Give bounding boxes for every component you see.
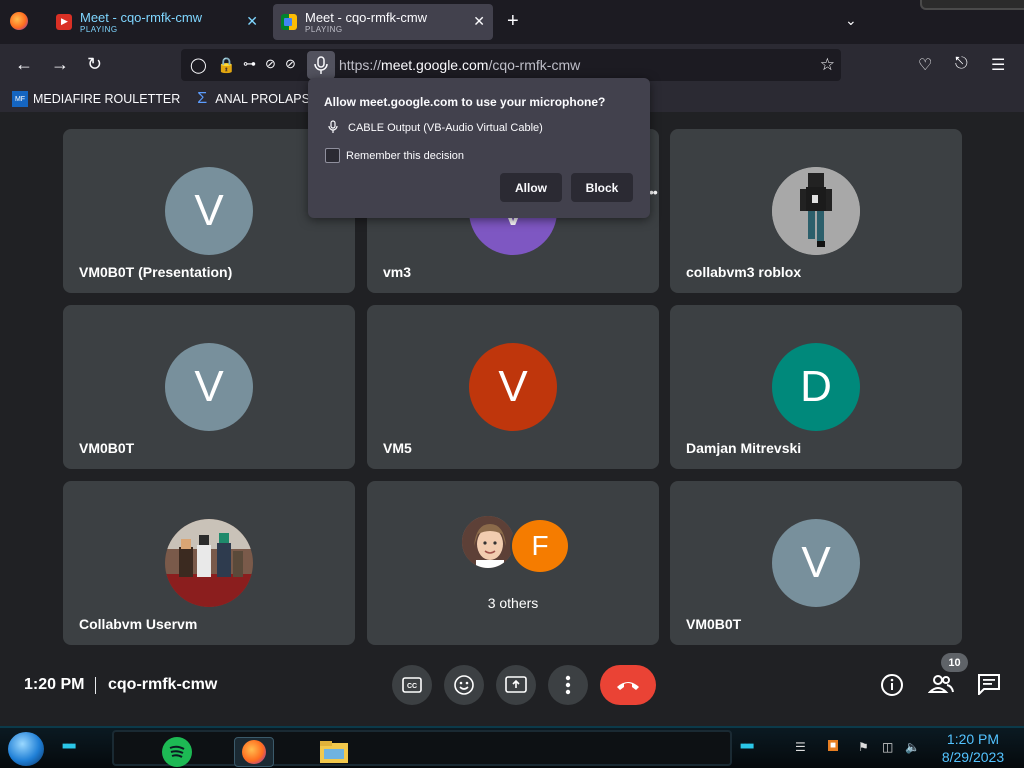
- system-date: 8/29/2023: [941, 749, 1005, 765]
- avatar: V: [165, 167, 253, 255]
- meeting-time: 1:20 PM: [24, 676, 85, 693]
- more-options-icon[interactable]: ••: [649, 184, 658, 200]
- meet-icon: [281, 14, 297, 30]
- start-button-icon[interactable]: [8, 732, 44, 766]
- sigma-icon: Σ: [197, 90, 208, 107]
- participant-tile[interactable]: V VM0B0T: [670, 481, 962, 645]
- meeting-code: cqo-rmfk-cmw: [108, 676, 218, 693]
- participant-name: Collabvm Uservm: [79, 616, 198, 632]
- participant-tile[interactable]: V VM0B0T: [63, 305, 355, 469]
- participant-tile[interactable]: D Damjan Mitrevski: [670, 305, 962, 469]
- decor-chevrons-right: ■■■: [740, 741, 754, 752]
- avatar: V: [469, 343, 557, 431]
- action-center-flag-icon[interactable]: ⚑: [858, 740, 869, 754]
- svg-text:CC: CC: [407, 683, 417, 690]
- remember-decision-checkbox[interactable]: [325, 148, 340, 163]
- autoplay-blocked-icon[interactable]: ⊘: [285, 56, 296, 72]
- avatar: F: [510, 518, 570, 574]
- avatar: D: [772, 343, 860, 431]
- girl-photo-picture: [460, 514, 516, 570]
- volume-icon[interactable]: 🔈: [905, 740, 920, 754]
- leave-call-button[interactable]: [600, 665, 656, 705]
- captions-button[interactable]: CC: [392, 665, 432, 705]
- chat-icon[interactable]: [977, 673, 1001, 701]
- window-edge: [920, 0, 1024, 10]
- tab-2-title: Meet - cqo-rmfk-cmw: [305, 9, 428, 25]
- forward-arrow-icon[interactable]: →: [51, 54, 69, 75]
- tab-1-status: PLAYING: [80, 24, 118, 34]
- permissions-icon[interactable]: ⊶: [243, 56, 256, 72]
- avatar: V: [165, 343, 253, 431]
- participant-name: VM5: [383, 440, 412, 456]
- system-time: 1:20 PM: [946, 731, 1000, 747]
- camera-blocked-icon[interactable]: ⊘: [265, 56, 276, 72]
- microphone-device-select[interactable]: CABLE Output (VB-Audio Virtual Cable): [348, 122, 543, 134]
- url-bar[interactable]: ◯ 🔒 ⊶ ⊘ ⊘ https://meet.google.com/cqo-rm…: [181, 49, 841, 81]
- mediafire-icon: MF: [12, 91, 28, 107]
- participant-tile[interactable]: collabvm3 roblox: [670, 129, 962, 293]
- firefox-app-icon[interactable]: [234, 737, 274, 767]
- show-hidden-icons-icon[interactable]: ☰: [795, 740, 806, 754]
- red-play-icon: ▶: [56, 14, 72, 30]
- decor-chevrons-left: ■■■: [62, 741, 76, 752]
- network-icon[interactable]: ◫: [882, 740, 893, 754]
- tab-2-close-icon[interactable]: ✕: [473, 13, 485, 30]
- bookmark-mediafire[interactable]: MF MEDIAFIRE ROULETTER: [12, 91, 180, 107]
- divider: [95, 677, 96, 694]
- tab-2-status: PLAYING: [305, 24, 343, 34]
- taskbar: ■■■ ■■■ ☰ ■ ⚑ ◫ 🔈 1:20 PM 8/29/2023: [0, 726, 1024, 768]
- people-count-badge: 10: [941, 653, 968, 672]
- tab-bar: ▶ Meet - cqo-rmfk-cmw PLAYING ✕ Meet - c…: [0, 0, 1024, 44]
- participant-name: VM0B0T: [686, 616, 742, 632]
- taskbar-app-strip: [112, 730, 732, 767]
- roblox-avatar-picture: [772, 167, 860, 255]
- remember-decision-label: Remember this decision: [346, 150, 464, 162]
- system-clock[interactable]: 1:20 PM 8/29/2023: [934, 730, 1012, 766]
- others-tile[interactable]: F 3 others: [367, 481, 659, 645]
- shield-icon[interactable]: ◯: [190, 56, 207, 74]
- participant-tile[interactable]: Collabvm Uservm: [63, 481, 355, 645]
- present-screen-button[interactable]: [496, 665, 536, 705]
- lock-icon[interactable]: 🔒: [217, 56, 236, 74]
- file-explorer-app-icon[interactable]: [319, 737, 349, 767]
- tab-2[interactable]: Meet - cqo-rmfk-cmw PLAYING ✕: [273, 4, 493, 40]
- pocket-icon[interactable]: ♡: [918, 55, 932, 75]
- tab-1[interactable]: ▶ Meet - cqo-rmfk-cmw PLAYING ✕: [48, 4, 266, 40]
- more-options-button[interactable]: [548, 665, 588, 705]
- participant-tile[interactable]: V VM5: [367, 305, 659, 469]
- bookmark-second[interactable]: Σ ANAL PROLAPSE: [194, 90, 318, 107]
- block-button[interactable]: Block: [571, 173, 633, 202]
- participant-name: vm3: [383, 264, 412, 280]
- avatar: V: [772, 519, 860, 607]
- microphone-permission-popup: Allow meet.google.com to use your microp…: [308, 78, 650, 218]
- participant-name: Damjan Mitrevski: [686, 440, 802, 456]
- participant-name: VM0B0T (Presentation): [79, 264, 233, 280]
- extensions-icon[interactable]: ⎋: [955, 55, 968, 73]
- list-tabs-chevron-icon[interactable]: ⌄: [845, 12, 857, 29]
- microphone-icon[interactable]: [307, 51, 335, 79]
- url-text[interactable]: https://meet.google.com/cqo-rmfk-cmw: [339, 57, 580, 73]
- menu-hamburger-icon[interactable]: ☰: [991, 55, 1005, 75]
- bookmark-star-icon[interactable]: ☆: [820, 55, 835, 75]
- people-icon[interactable]: [927, 673, 954, 701]
- tab-1-title: Meet - cqo-rmfk-cmw: [80, 9, 203, 25]
- microphone-icon: [327, 120, 339, 137]
- participant-name: VM0B0T: [79, 440, 135, 456]
- app-tray-icon[interactable]: ■: [828, 740, 839, 751]
- new-tab-icon[interactable]: +: [507, 10, 519, 33]
- spotify-app-icon[interactable]: [162, 737, 192, 767]
- allow-button[interactable]: Allow: [500, 173, 562, 202]
- permission-question: Allow meet.google.com to use your microp…: [324, 95, 606, 109]
- firefox-menu-icon[interactable]: [10, 12, 28, 30]
- tab-1-close-icon[interactable]: ✕: [246, 13, 258, 30]
- meeting-details-icon[interactable]: [880, 673, 904, 703]
- emoji-reaction-button[interactable]: [444, 665, 484, 705]
- participant-name: collabvm3 roblox: [686, 264, 802, 280]
- others-count-label: 3 others: [487, 595, 539, 611]
- group-photo-picture: [165, 519, 253, 607]
- back-arrow-icon[interactable]: ←: [15, 54, 33, 75]
- reload-icon[interactable]: ↻: [87, 54, 102, 75]
